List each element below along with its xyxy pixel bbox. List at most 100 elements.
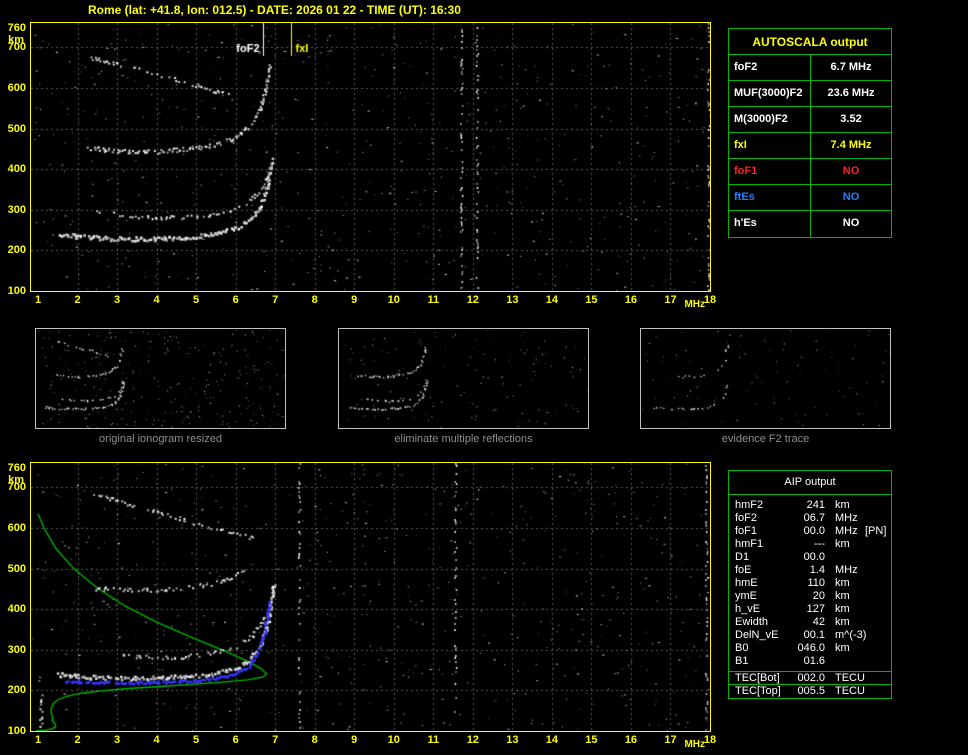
- aip-row: DelN_vE 00.1 m^(-3): [729, 629, 891, 642]
- aip-param-note: [859, 603, 891, 616]
- bottom-plot-x-tick-16: 16: [624, 734, 638, 746]
- bottom-ionogram-canvas: [31, 463, 710, 731]
- thumbnail-canvas-original: [36, 329, 285, 428]
- bottom-plot-x-tick-12: 12: [466, 734, 479, 746]
- autoscala-table-header: AUTOSCALA output: [729, 29, 891, 55]
- aip-param-note: [859, 577, 891, 590]
- aip-tec-section: TEC[Bot] 002.0 TECU TEC[Top] 005.5 TECU: [729, 671, 891, 698]
- bottom-plot-x-tick-9: 9: [351, 734, 358, 746]
- top-ionogram-canvas: [31, 23, 710, 291]
- aip-param-label: foE: [735, 564, 752, 576]
- thumbnail-f2-trace-evidence: [640, 328, 891, 429]
- autoscala-row: fxI 7.4 MHz: [729, 133, 891, 159]
- bottom-plot-x-tick-2: 2: [74, 734, 81, 746]
- autoscala-param-label: h'Es: [729, 211, 811, 237]
- aip-tec-row: TEC[Top] 005.5 TECU: [729, 685, 891, 698]
- top-plot-x-tick-1: 1: [34, 294, 42, 306]
- top-plot-x-tick-5: 5: [193, 294, 200, 306]
- aip-param-note: [859, 642, 891, 655]
- aip-tec-value: 005.5: [797, 685, 825, 697]
- autoscala-param-value: NO: [842, 217, 860, 229]
- autoscala-param-label: foF2: [729, 55, 811, 80]
- aip-row: D1 00.0: [729, 551, 891, 564]
- aip-output-table: AIP output hmF2 241 km foF2 06.7 MHz foF1 00.0 M…: [728, 470, 892, 699]
- aip-tec-unit: TECU: [835, 685, 865, 697]
- aip-param-value: 00.0: [803, 551, 825, 563]
- thumbnail-original-ionogram: [35, 328, 286, 429]
- aip-row: B0 046.0 km: [729, 642, 891, 655]
- aip-param-unit: km: [835, 577, 850, 589]
- top-plot-x-tick-3: 3: [113, 294, 121, 306]
- autoscala-param-label: ftEs: [729, 185, 811, 210]
- top-plot-x-tick-13: 13: [506, 294, 519, 306]
- thumbnail-caption-original: original ionogram resized: [99, 433, 222, 445]
- bottom-plot-y-tick-600: 600: [7, 521, 26, 534]
- aip-param-label: foF1: [735, 525, 758, 537]
- top-plot-x-tick-17: 17: [664, 294, 677, 306]
- autoscala-param-value: 6.7 MHz: [830, 61, 872, 73]
- aip-row: Ewidth 42 km: [729, 616, 891, 629]
- aip-param-note: [859, 629, 891, 642]
- aip-param-value: 06.7: [803, 512, 825, 524]
- aip-row: hmE 110 km: [729, 577, 891, 590]
- aip-param-unit: km: [835, 590, 850, 602]
- aip-param-note: [859, 538, 891, 551]
- autoscala-row: ftEs NO: [729, 185, 891, 211]
- bottom-plot-y-tick-400: 400: [7, 603, 26, 616]
- autoscala-row: h'Es NO: [729, 211, 891, 237]
- aip-row: hmF1 --- km: [729, 538, 891, 551]
- top-plot-y-tick-600: 600: [7, 81, 26, 94]
- aip-param-unit: km: [835, 603, 850, 615]
- aip-param-note: [859, 616, 891, 629]
- aip-row: h_vE 127 km: [729, 603, 891, 616]
- aip-param-label: B1: [735, 655, 749, 667]
- aip-table-header: AIP output: [729, 471, 891, 495]
- top-plot-x-tick-4: 4: [153, 294, 160, 306]
- thumbnail-multiple-reflections-removed: [338, 328, 589, 429]
- aip-param-note: [859, 499, 891, 512]
- thumbnail-canvas-cleaned: [339, 329, 588, 428]
- aip-param-label: h_vE: [735, 603, 761, 615]
- autoscala-param-value: NO: [842, 165, 860, 177]
- autoscala-row: M(3000)F2 3.52: [729, 107, 891, 133]
- aip-param-unit: km: [835, 499, 850, 511]
- bottom-plot-x-tick-5: 5: [193, 734, 200, 746]
- thumbnail-canvas-f2-trace: [641, 329, 890, 428]
- aip-param-value: 20: [812, 590, 825, 602]
- bottom-plot-y-tick-760: 760: [7, 462, 26, 474]
- aip-param-value: ---: [814, 538, 825, 550]
- autoscala-param-label: MUF(3000)F2: [729, 81, 811, 106]
- autoscala-output-table: AUTOSCALA output foF2 6.7 MHz MUF(3000)F2 2…: [728, 28, 892, 238]
- aip-param-label: foF2: [735, 512, 758, 524]
- station-date-time-title: Rome (lat: +41.8, lon: 012.5) - DATE: 20…: [88, 3, 461, 17]
- top-plot-y-axis-unit: km: [8, 34, 24, 46]
- autoscala-param-value: 7.4 MHz: [830, 139, 872, 151]
- aip-param-unit: MHz: [835, 564, 858, 576]
- aip-row: foF1 00.0 MHz [PN]: [729, 525, 891, 538]
- bottom-plot-x-tick-4: 4: [153, 734, 160, 746]
- aip-param-label: ymE: [735, 590, 757, 602]
- aip-param-unit: MHz: [835, 512, 858, 524]
- bottom-plot-x-axis-unit: MHz: [684, 739, 706, 750]
- aip-tec-label: TEC[Top]: [735, 685, 781, 697]
- aip-param-note: [859, 564, 891, 577]
- aip-param-value: 110: [807, 577, 825, 589]
- aip-row: B1 01.6: [729, 655, 891, 668]
- autoscala-row: foF1 NO: [729, 159, 891, 185]
- bottom-plot-x-tick-13: 13: [506, 734, 519, 746]
- autoscala-param-label: M(3000)F2: [729, 107, 811, 132]
- bottom-plot-x-tick-11: 11: [427, 734, 440, 746]
- aip-tec-unit: TECU: [835, 672, 865, 684]
- top-ionogram-plot: [30, 22, 711, 292]
- aip-row: foF2 06.7 MHz: [729, 512, 891, 525]
- aip-param-note: [859, 590, 891, 603]
- top-plot-x-tick-16: 16: [624, 294, 638, 306]
- aip-param-value: 42: [812, 616, 825, 628]
- top-plot-y-tick-500: 500: [7, 122, 26, 135]
- thumbnail-caption-f2-trace: evidence F2 trace: [721, 433, 810, 445]
- aip-row: foE 1.4 MHz: [729, 564, 891, 577]
- aip-param-value: 046.0: [797, 642, 825, 654]
- autoscala-param-value: 3.52: [840, 113, 862, 125]
- aip-param-value: 241: [806, 499, 825, 511]
- bottom-plot-x-tick-15: 15: [585, 734, 598, 746]
